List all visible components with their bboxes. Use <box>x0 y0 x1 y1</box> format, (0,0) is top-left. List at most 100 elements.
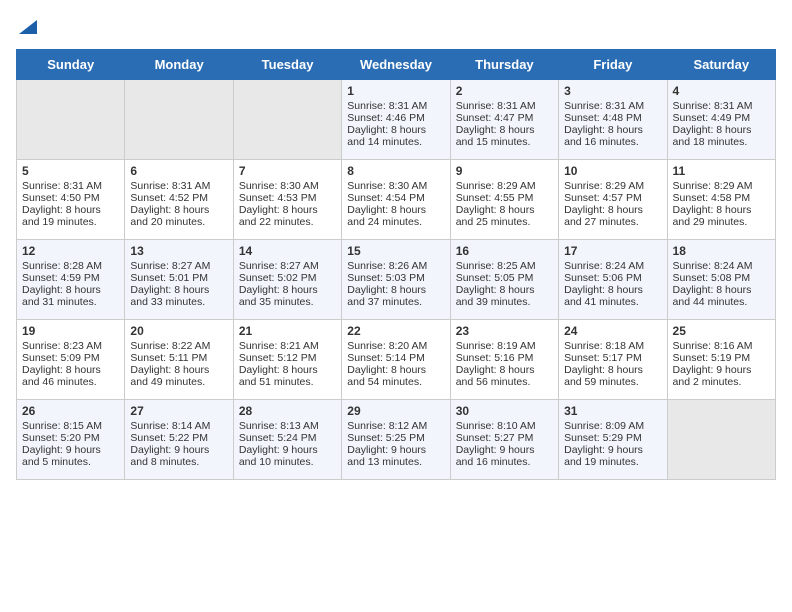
calendar-cell: 25Sunrise: 8:16 AMSunset: 5:19 PMDayligh… <box>667 320 775 400</box>
calendar-cell: 15Sunrise: 8:26 AMSunset: 5:03 PMDayligh… <box>342 240 450 320</box>
day-number: 6 <box>130 164 227 178</box>
sunset-text: Sunset: 4:47 PM <box>456 112 534 124</box>
day-number: 3 <box>564 84 661 98</box>
weekday-header: Sunday <box>17 50 125 80</box>
sunset-text: Sunset: 5:14 PM <box>347 352 425 364</box>
calendar-cell: 12Sunrise: 8:28 AMSunset: 4:59 PMDayligh… <box>17 240 125 320</box>
day-number: 21 <box>239 324 336 338</box>
day-number: 4 <box>673 84 770 98</box>
sunset-text: Sunset: 4:57 PM <box>564 192 642 204</box>
day-number: 20 <box>130 324 227 338</box>
sunset-text: Sunset: 5:17 PM <box>564 352 642 364</box>
sunrise-text: Sunrise: 8:24 AM <box>564 260 644 272</box>
sunrise-text: Sunrise: 8:31 AM <box>456 100 536 112</box>
day-number: 31 <box>564 404 661 418</box>
daylight-text: Daylight: 9 hours and 5 minutes. <box>22 444 101 468</box>
daylight-text: Daylight: 8 hours and 54 minutes. <box>347 364 426 388</box>
day-number: 13 <box>130 244 227 258</box>
sunrise-text: Sunrise: 8:16 AM <box>673 340 753 352</box>
sunrise-text: Sunrise: 8:31 AM <box>673 100 753 112</box>
sunrise-text: Sunrise: 8:13 AM <box>239 420 319 432</box>
calendar-cell: 14Sunrise: 8:27 AMSunset: 5:02 PMDayligh… <box>233 240 341 320</box>
header <box>16 16 776 39</box>
sunrise-text: Sunrise: 8:31 AM <box>22 180 102 192</box>
sunrise-text: Sunrise: 8:24 AM <box>673 260 753 272</box>
calendar-cell: 17Sunrise: 8:24 AMSunset: 5:06 PMDayligh… <box>559 240 667 320</box>
sunset-text: Sunset: 5:03 PM <box>347 272 425 284</box>
daylight-text: Daylight: 8 hours and 18 minutes. <box>673 124 752 148</box>
calendar-cell: 22Sunrise: 8:20 AMSunset: 5:14 PMDayligh… <box>342 320 450 400</box>
sunset-text: Sunset: 5:25 PM <box>347 432 425 444</box>
daylight-text: Daylight: 8 hours and 44 minutes. <box>673 284 752 308</box>
sunrise-text: Sunrise: 8:28 AM <box>22 260 102 272</box>
header-row: SundayMondayTuesdayWednesdayThursdayFrid… <box>17 50 776 80</box>
daylight-text: Daylight: 8 hours and 56 minutes. <box>456 364 535 388</box>
daylight-text: Daylight: 9 hours and 13 minutes. <box>347 444 426 468</box>
day-number: 28 <box>239 404 336 418</box>
day-number: 17 <box>564 244 661 258</box>
weekday-header: Thursday <box>450 50 558 80</box>
sunset-text: Sunset: 5:29 PM <box>564 432 642 444</box>
calendar-cell: 20Sunrise: 8:22 AMSunset: 5:11 PMDayligh… <box>125 320 233 400</box>
day-number: 29 <box>347 404 444 418</box>
daylight-text: Daylight: 8 hours and 51 minutes. <box>239 364 318 388</box>
sunrise-text: Sunrise: 8:15 AM <box>22 420 102 432</box>
sunset-text: Sunset: 5:01 PM <box>130 272 208 284</box>
daylight-text: Daylight: 8 hours and 49 minutes. <box>130 364 209 388</box>
day-number: 5 <box>22 164 119 178</box>
calendar-cell: 29Sunrise: 8:12 AMSunset: 5:25 PMDayligh… <box>342 400 450 480</box>
calendar-cell: 5Sunrise: 8:31 AMSunset: 4:50 PMDaylight… <box>17 160 125 240</box>
sunrise-text: Sunrise: 8:25 AM <box>456 260 536 272</box>
calendar-cell: 19Sunrise: 8:23 AMSunset: 5:09 PMDayligh… <box>17 320 125 400</box>
daylight-text: Daylight: 9 hours and 2 minutes. <box>673 364 752 388</box>
daylight-text: Daylight: 8 hours and 20 minutes. <box>130 204 209 228</box>
daylight-text: Daylight: 8 hours and 24 minutes. <box>347 204 426 228</box>
sunrise-text: Sunrise: 8:10 AM <box>456 420 536 432</box>
sunrise-text: Sunrise: 8:20 AM <box>347 340 427 352</box>
weekday-header: Monday <box>125 50 233 80</box>
sunset-text: Sunset: 5:08 PM <box>673 272 751 284</box>
sunrise-text: Sunrise: 8:29 AM <box>456 180 536 192</box>
sunset-text: Sunset: 5:02 PM <box>239 272 317 284</box>
sunset-text: Sunset: 4:54 PM <box>347 192 425 204</box>
calendar-cell: 11Sunrise: 8:29 AMSunset: 4:58 PMDayligh… <box>667 160 775 240</box>
sunrise-text: Sunrise: 8:27 AM <box>239 260 319 272</box>
sunset-text: Sunset: 5:11 PM <box>130 352 207 364</box>
daylight-text: Daylight: 9 hours and 10 minutes. <box>239 444 318 468</box>
daylight-text: Daylight: 8 hours and 19 minutes. <box>22 204 101 228</box>
sunrise-text: Sunrise: 8:31 AM <box>564 100 644 112</box>
calendar-cell: 9Sunrise: 8:29 AMSunset: 4:55 PMDaylight… <box>450 160 558 240</box>
daylight-text: Daylight: 8 hours and 15 minutes. <box>456 124 535 148</box>
sunset-text: Sunset: 4:58 PM <box>673 192 751 204</box>
weekday-header: Tuesday <box>233 50 341 80</box>
day-number: 10 <box>564 164 661 178</box>
sunrise-text: Sunrise: 8:26 AM <box>347 260 427 272</box>
daylight-text: Daylight: 8 hours and 35 minutes. <box>239 284 318 308</box>
calendar-cell: 16Sunrise: 8:25 AMSunset: 5:05 PMDayligh… <box>450 240 558 320</box>
day-number: 2 <box>456 84 553 98</box>
daylight-text: Daylight: 8 hours and 22 minutes. <box>239 204 318 228</box>
daylight-text: Daylight: 8 hours and 14 minutes. <box>347 124 426 148</box>
day-number: 24 <box>564 324 661 338</box>
calendar-cell: 24Sunrise: 8:18 AMSunset: 5:17 PMDayligh… <box>559 320 667 400</box>
sunset-text: Sunset: 5:22 PM <box>130 432 208 444</box>
calendar-cell: 10Sunrise: 8:29 AMSunset: 4:57 PMDayligh… <box>559 160 667 240</box>
sunset-text: Sunset: 4:55 PM <box>456 192 534 204</box>
day-number: 9 <box>456 164 553 178</box>
daylight-text: Daylight: 8 hours and 29 minutes. <box>673 204 752 228</box>
daylight-text: Daylight: 9 hours and 16 minutes. <box>456 444 535 468</box>
sunset-text: Sunset: 5:12 PM <box>239 352 317 364</box>
sunrise-text: Sunrise: 8:19 AM <box>456 340 536 352</box>
day-number: 27 <box>130 404 227 418</box>
daylight-text: Daylight: 8 hours and 39 minutes. <box>456 284 535 308</box>
calendar-cell: 7Sunrise: 8:30 AMSunset: 4:53 PMDaylight… <box>233 160 341 240</box>
logo-icon <box>19 16 37 34</box>
calendar-cell <box>17 80 125 160</box>
calendar-week-row: 12Sunrise: 8:28 AMSunset: 4:59 PMDayligh… <box>17 240 776 320</box>
day-number: 30 <box>456 404 553 418</box>
day-number: 26 <box>22 404 119 418</box>
calendar-cell: 21Sunrise: 8:21 AMSunset: 5:12 PMDayligh… <box>233 320 341 400</box>
sunrise-text: Sunrise: 8:29 AM <box>564 180 644 192</box>
calendar-cell: 13Sunrise: 8:27 AMSunset: 5:01 PMDayligh… <box>125 240 233 320</box>
daylight-text: Daylight: 8 hours and 37 minutes. <box>347 284 426 308</box>
